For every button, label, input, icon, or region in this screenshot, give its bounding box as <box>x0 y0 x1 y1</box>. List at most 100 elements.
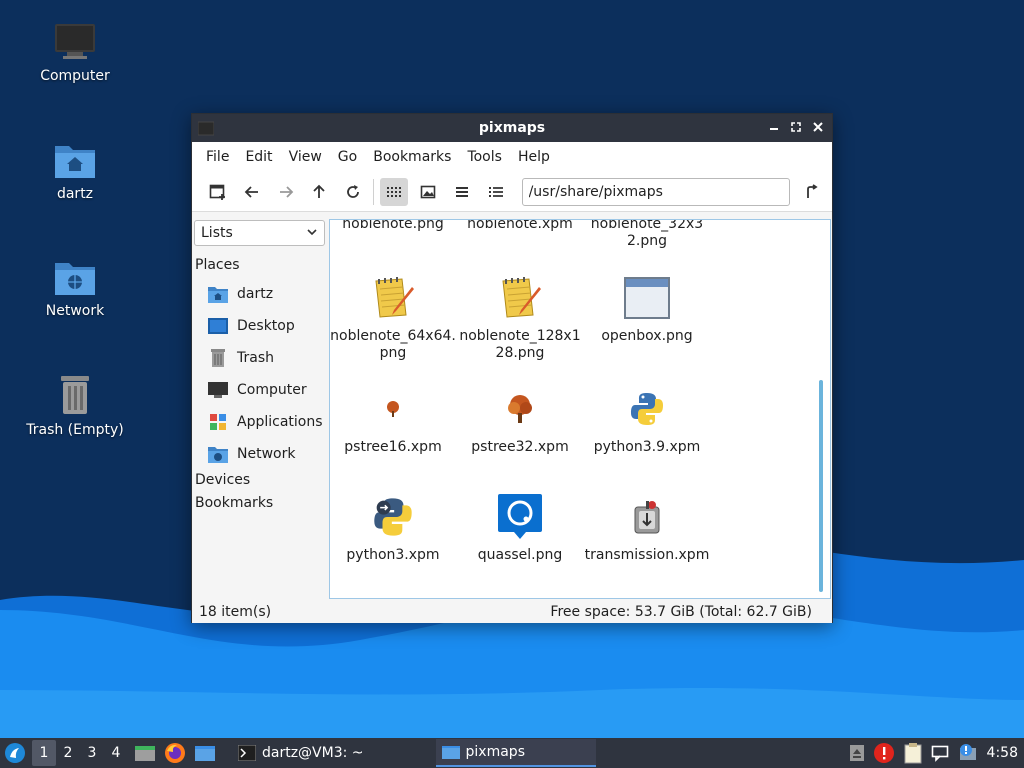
file-list-pane[interactable]: noblenote.png noblenote.xpm noblenote_32… <box>329 219 831 599</box>
notifications-button[interactable] <box>931 744 949 762</box>
tree-icon <box>387 401 399 417</box>
file-name: noblenote_32x32.png <box>590 219 704 249</box>
vertical-scrollbar[interactable] <box>819 380 823 592</box>
task-pixmaps[interactable]: pixmaps <box>435 739 596 767</box>
detail-list-icon <box>488 186 503 197</box>
close-icon <box>813 122 823 132</box>
maximize-button[interactable] <box>788 119 804 135</box>
system-tray: 4:58 <box>849 738 1024 768</box>
devices-heading[interactable]: Devices <box>195 472 250 488</box>
minimize-button[interactable] <box>766 119 782 135</box>
file-item[interactable]: noblenote_32x32.png <box>584 219 710 250</box>
transmission-icon <box>634 501 660 534</box>
file-item[interactable]: python3.xpm <box>330 493 456 564</box>
reload-button[interactable] <box>339 178 367 206</box>
workspace-2[interactable]: 2 <box>56 740 80 766</box>
icon-view-button[interactable] <box>380 177 409 206</box>
file-name: openbox.png <box>601 328 693 344</box>
menu-help[interactable]: Help <box>510 149 558 165</box>
app-menu-button[interactable] <box>0 738 30 768</box>
clipboard-icon <box>904 743 922 764</box>
lubuntu-logo-icon <box>5 743 25 763</box>
free-space: Free space: 53.7 GiB (Total: 62.7 GiB) <box>550 604 812 620</box>
firefox-launcher[interactable] <box>164 740 186 766</box>
new-tab-icon <box>209 184 225 200</box>
forward-button[interactable] <box>272 178 300 206</box>
workspace-1[interactable]: 1 <box>32 740 56 766</box>
close-button[interactable] <box>810 119 826 135</box>
home-folder-icon <box>55 146 95 178</box>
file-item[interactable]: noblenote_64x64.png <box>330 274 456 362</box>
clipboard-button[interactable] <box>903 742 923 764</box>
file-item[interactable]: pstree32.xpm <box>457 385 583 456</box>
file-item[interactable]: quassel.png <box>457 493 583 564</box>
path-input[interactable] <box>521 177 791 206</box>
menu-view[interactable]: View <box>281 149 330 165</box>
file-item[interactable]: noblenote.xpm <box>457 220 583 233</box>
sidebar-mode-select[interactable]: Lists <box>194 220 325 246</box>
workspace-3[interactable]: 3 <box>80 740 104 766</box>
sidebar-item-applications[interactable]: Applications <box>208 413 323 431</box>
window-titlebar[interactable]: pixmaps <box>192 114 832 142</box>
desktop-icon-trash[interactable]: Trash (Empty) <box>10 372 140 438</box>
file-manager-launcher[interactable] <box>194 740 216 766</box>
desktop-icon-network[interactable]: Network <box>10 257 140 319</box>
file-name: noblenote_128x128.png <box>459 328 581 361</box>
thumbnail-view-button[interactable] <box>414 178 442 206</box>
go-arrow-icon <box>807 183 818 198</box>
file-item[interactable]: pstree16.xpm <box>330 385 456 456</box>
places-heading[interactable]: Places <box>195 257 240 273</box>
menu-bookmarks[interactable]: Bookmarks <box>365 149 459 165</box>
arrow-right-icon <box>279 185 293 198</box>
task-terminal[interactable]: dartz@VM3: ~ <box>232 739 370 767</box>
tree-icon <box>508 395 532 423</box>
desktop-icon <box>208 318 228 334</box>
sidebar-item-label: dartz <box>237 286 274 302</box>
file-item[interactable]: noblenote.png <box>330 220 456 233</box>
updates-button[interactable] <box>873 742 895 764</box>
file-item[interactable]: transmission.xpm <box>584 493 710 564</box>
new-tab-button[interactable] <box>204 178 232 206</box>
trash-icon <box>61 376 89 414</box>
workspace-4[interactable]: 4 <box>104 740 128 766</box>
status-bar: 18 item(s) Free space: 53.7 GiB (Total: … <box>192 601 832 623</box>
sidebar-item-network[interactable]: Network <box>208 445 295 463</box>
network-folder-icon <box>208 447 228 463</box>
show-desktop-button[interactable] <box>134 740 156 766</box>
maximize-icon <box>791 122 801 132</box>
clock[interactable]: 4:58 <box>987 745 1018 761</box>
file-item[interactable]: openbox.png <box>584 274 710 345</box>
menu-tools[interactable]: Tools <box>459 149 510 165</box>
menu-go[interactable]: Go <box>330 149 365 165</box>
eject-icon <box>849 745 864 761</box>
eject-button[interactable] <box>849 744 865 762</box>
detailed-view-button[interactable] <box>482 178 510 206</box>
network-status-button[interactable] <box>957 743 979 763</box>
desktop-icon-home[interactable]: dartz <box>10 140 140 202</box>
toolbar <box>192 172 832 212</box>
up-button[interactable] <box>306 178 334 206</box>
sidebar-item-trash[interactable]: Trash <box>208 349 274 367</box>
file-name: noblenote_64x64.png <box>330 328 456 361</box>
file-manager-window: pixmaps File Edit View Go Bookmarks Tool… <box>191 113 833 623</box>
desktop-icon-computer[interactable]: Computer <box>10 22 140 84</box>
file-item[interactable]: python3.9.xpm <box>584 385 710 456</box>
sidebar-item-computer[interactable]: Computer <box>208 381 307 399</box>
menu-file[interactable]: File <box>198 149 237 165</box>
sidebar-item-label: Trash <box>237 350 274 366</box>
file-item[interactable]: noblenote_128x128.png <box>457 274 583 362</box>
task-label: dartz@VM3: ~ <box>262 745 364 761</box>
folder-icon <box>195 746 215 761</box>
sidebar-item-desktop[interactable]: Desktop <box>208 317 295 335</box>
compact-view-button[interactable] <box>448 178 476 206</box>
sidebar-item-dartz[interactable]: dartz <box>208 285 273 303</box>
alert-icon <box>873 743 894 763</box>
sidebar-item-label: Desktop <box>237 318 295 334</box>
minimize-icon <box>770 128 778 130</box>
monitor-icon <box>55 24 95 59</box>
show-desktop-icon <box>135 746 155 761</box>
menu-edit[interactable]: Edit <box>237 149 280 165</box>
back-button[interactable] <box>238 178 266 206</box>
bookmarks-heading[interactable]: Bookmarks <box>195 495 273 511</box>
go-button[interactable] <box>798 178 826 206</box>
